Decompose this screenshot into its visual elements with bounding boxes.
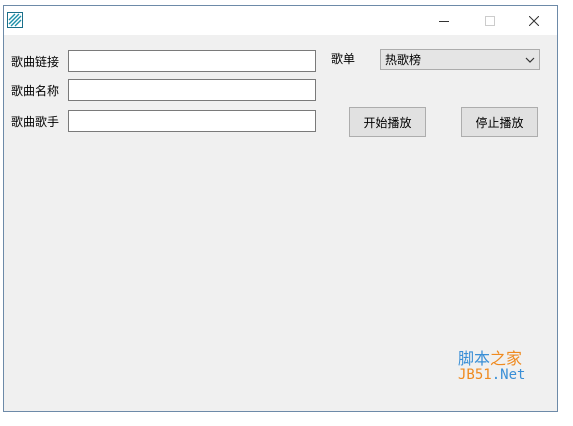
title-bar[interactable] [4, 6, 557, 35]
close-button[interactable] [512, 6, 556, 35]
maximize-button[interactable] [468, 6, 512, 35]
chevron-down-icon [525, 57, 535, 63]
song-name-input[interactable] [68, 79, 316, 101]
close-icon [529, 15, 539, 26]
minimize-button[interactable] [422, 6, 466, 35]
start-play-button[interactable]: 开始播放 [349, 107, 426, 137]
song-artist-input[interactable] [68, 110, 316, 132]
watermark-line1-b: 之家 [490, 349, 523, 368]
song-link-input[interactable] [68, 50, 316, 72]
playlist-label: 歌单 [331, 52, 356, 66]
maximize-icon [485, 15, 495, 26]
watermark-url-text: JB51.Net [458, 367, 525, 383]
stop-play-button[interactable]: 停止播放 [461, 107, 538, 137]
song-name-label: 歌曲名称 [11, 84, 60, 98]
watermark-line2-a: JB51 [458, 367, 492, 383]
playlist-selected-value: 热歌榜 [385, 53, 422, 67]
watermark-line1-a: 脚本 [458, 349, 491, 368]
app-icon [7, 12, 23, 28]
song-artist-label: 歌曲歌手 [11, 115, 60, 129]
playlist-select[interactable]: 热歌榜 [380, 49, 540, 70]
song-link-label: 歌曲链接 [11, 55, 60, 69]
watermark-logo-text: 脚本之家 [458, 345, 522, 369]
minimize-icon [439, 20, 449, 22]
watermark-line2-b: .Net [491, 367, 526, 383]
